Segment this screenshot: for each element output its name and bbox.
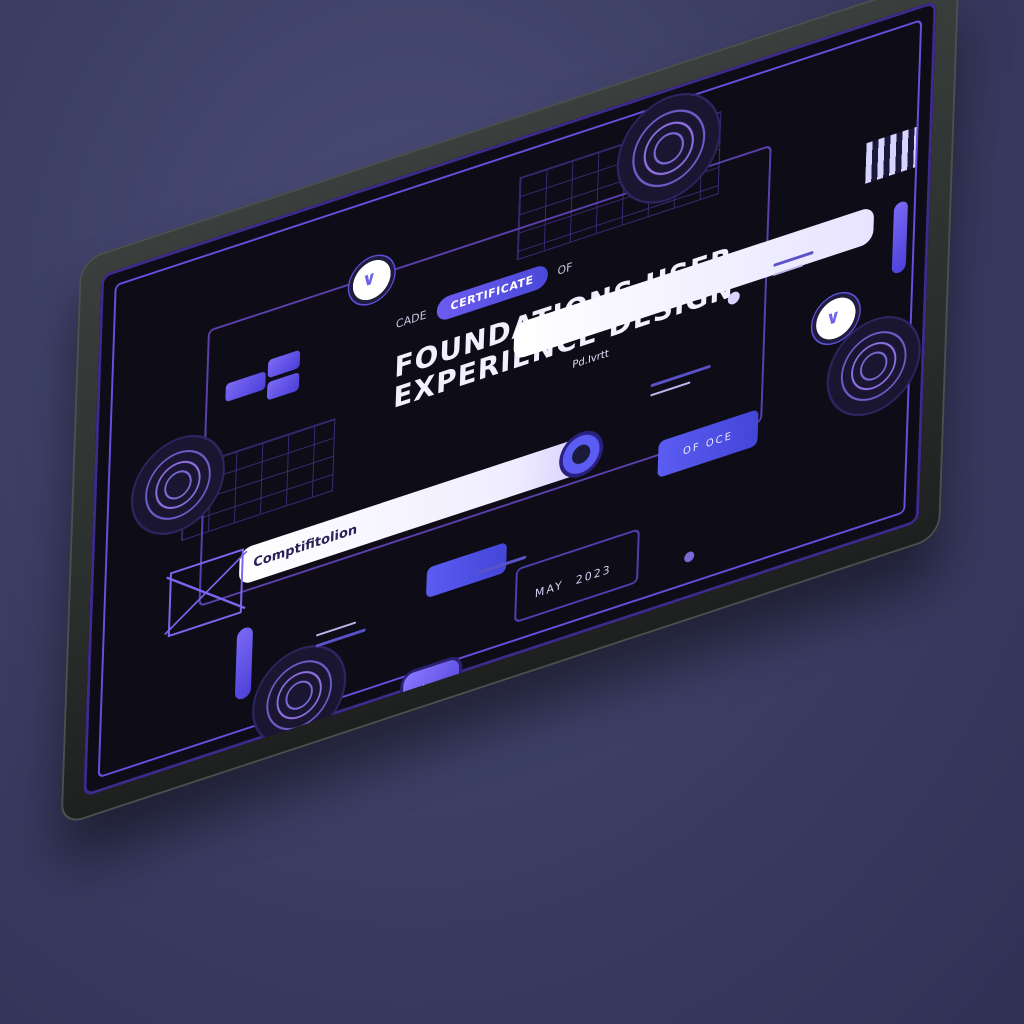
checkmark-icon: ∨	[825, 304, 841, 331]
scene: ∨ CADE CERTIFICATE OF FOUNDATIONS USER E…	[0, 0, 1024, 1024]
kicker-right: OF	[557, 259, 573, 279]
action-button-label: OF OCE	[682, 429, 734, 458]
slider-vertical[interactable]	[891, 199, 909, 276]
chevron-down-icon: ∨	[361, 266, 377, 293]
slider-left[interactable]	[234, 625, 254, 702]
tablet-device: ∨ CADE CERTIFICATE OF FOUNDATIONS USER E…	[60, 0, 960, 827]
